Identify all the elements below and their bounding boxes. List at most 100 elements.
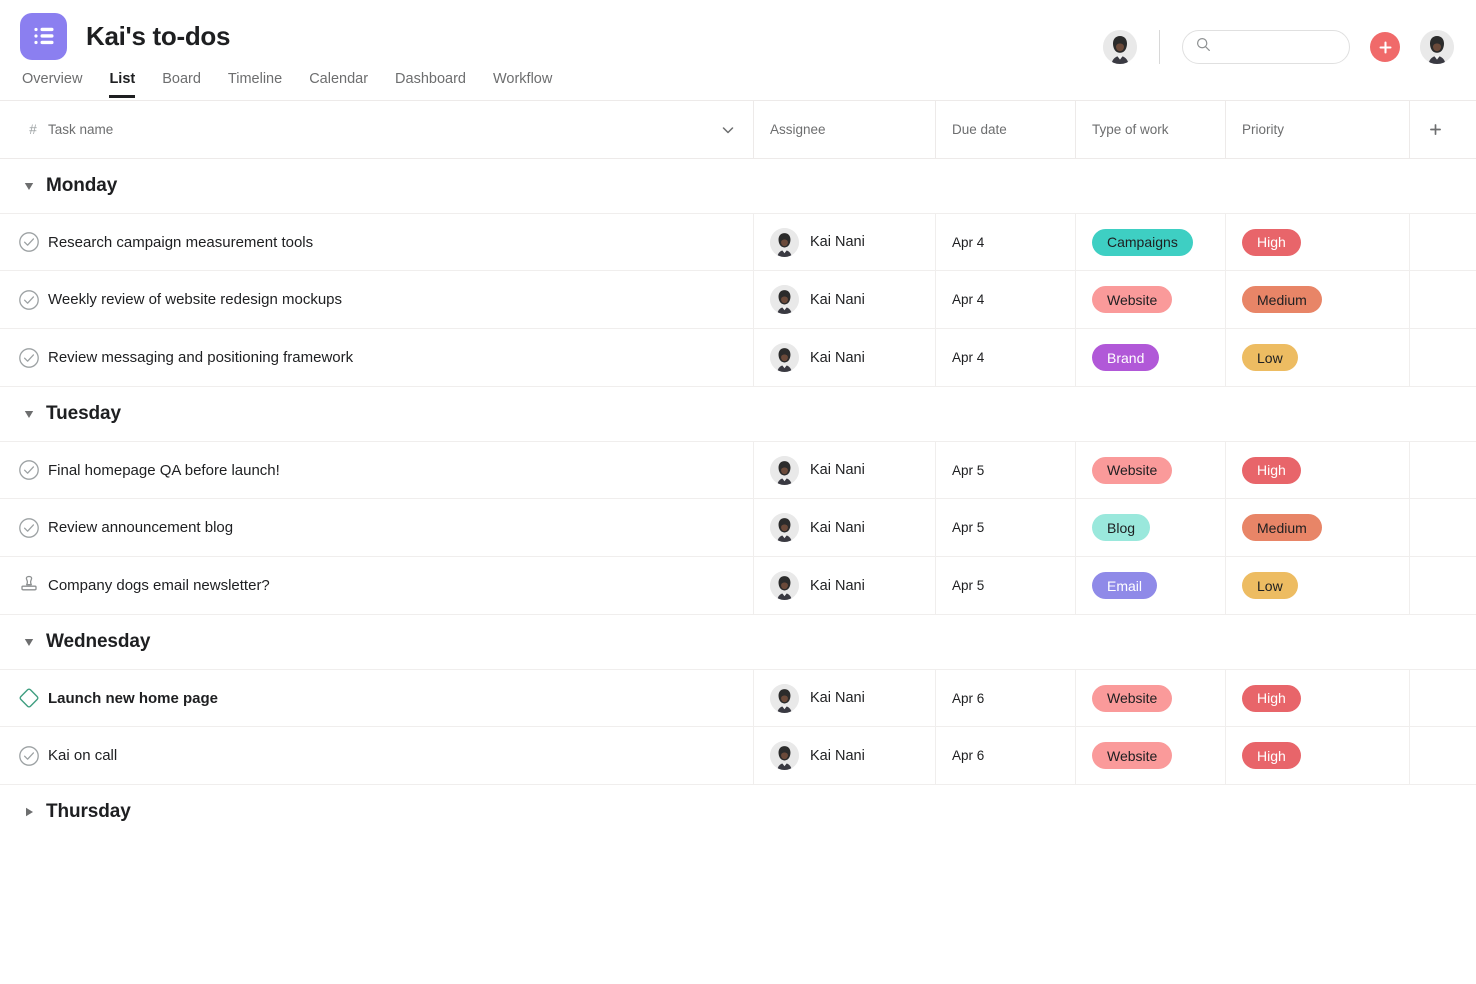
chevron-down-icon[interactable]: [721, 123, 735, 137]
assignee-cell[interactable]: Kai Nani: [754, 670, 936, 726]
tab-dashboard[interactable]: Dashboard: [395, 72, 466, 99]
search-input[interactable]: [1219, 40, 1339, 55]
table-row[interactable]: Kai on callKai NaniApr 6 Website High: [0, 727, 1476, 785]
task-name-cell[interactable]: Kai on call: [0, 727, 754, 784]
table-row[interactable]: Final homepage QA before launch!Kai Nani…: [0, 441, 1476, 499]
chevron-right-icon[interactable]: [24, 807, 34, 817]
assignee-cell[interactable]: Kai Nani: [754, 442, 936, 498]
type-of-work-tag[interactable]: Campaigns: [1092, 229, 1193, 256]
column-header-task-name[interactable]: # Task name: [0, 101, 754, 158]
assignee-cell[interactable]: Kai Nani: [754, 214, 936, 270]
type-of-work-cell[interactable]: Website: [1076, 271, 1226, 328]
priority-tag[interactable]: Medium: [1242, 514, 1322, 541]
tab-board[interactable]: Board: [162, 72, 201, 99]
type-of-work-tag[interactable]: Website: [1092, 457, 1172, 484]
priority-cell[interactable]: Medium: [1226, 271, 1410, 328]
column-header-due-date[interactable]: Due date: [936, 101, 1076, 158]
priority-cell[interactable]: Low: [1226, 557, 1410, 614]
milestone-diamond-icon[interactable]: [0, 687, 48, 709]
priority-cell[interactable]: High: [1226, 727, 1410, 784]
check-circle-icon[interactable]: [0, 459, 48, 481]
task-name-cell[interactable]: Review messaging and positioning framewo…: [0, 329, 754, 386]
task-name-cell[interactable]: Research campaign measurement tools: [0, 214, 754, 270]
type-of-work-cell[interactable]: Website: [1076, 670, 1226, 726]
column-header-assignee[interactable]: Assignee: [754, 101, 936, 158]
type-of-work-tag[interactable]: Website: [1092, 742, 1172, 769]
task-name-cell[interactable]: Weekly review of website redesign mockup…: [0, 271, 754, 328]
chevron-down-icon[interactable]: [24, 637, 34, 647]
priority-cell[interactable]: Medium: [1226, 499, 1410, 556]
type-of-work-cell[interactable]: Campaigns: [1076, 214, 1226, 270]
priority-tag[interactable]: High: [1242, 229, 1301, 256]
task-name-cell[interactable]: Final homepage QA before launch!: [0, 442, 754, 498]
type-of-work-cell[interactable]: Website: [1076, 442, 1226, 498]
approval-stamp-icon[interactable]: [0, 575, 48, 597]
search-box[interactable]: [1182, 30, 1350, 64]
chevron-down-icon[interactable]: [24, 181, 34, 191]
check-circle-icon[interactable]: [0, 231, 48, 253]
user-avatar[interactable]: [1420, 30, 1454, 64]
priority-cell[interactable]: High: [1226, 442, 1410, 498]
due-date-cell[interactable]: Apr 5: [936, 557, 1076, 614]
add-column-button[interactable]: [1410, 101, 1476, 158]
section-header-monday[interactable]: Monday: [0, 159, 1476, 213]
avatar[interactable]: [1103, 30, 1137, 64]
due-date-cell[interactable]: Apr 6: [936, 670, 1076, 726]
section-header-thursday[interactable]: Thursday: [0, 785, 1476, 839]
priority-tag[interactable]: High: [1242, 742, 1301, 769]
due-date-cell[interactable]: Apr 6: [936, 727, 1076, 784]
type-of-work-cell[interactable]: Email: [1076, 557, 1226, 614]
task-name-cell[interactable]: Launch new home page: [0, 670, 754, 726]
table-row[interactable]: Review announcement blogKai NaniApr 5 Blo…: [0, 499, 1476, 557]
table-row[interactable]: Launch new home pageKai NaniApr 6 Website…: [0, 669, 1476, 727]
assignee-cell[interactable]: Kai Nani: [754, 499, 936, 556]
priority-cell[interactable]: High: [1226, 214, 1410, 270]
check-circle-icon[interactable]: [0, 517, 48, 539]
column-header-type-of-work[interactable]: Type of work: [1076, 101, 1226, 158]
type-of-work-tag[interactable]: Blog: [1092, 514, 1150, 541]
tab-list[interactable]: List: [109, 72, 135, 99]
check-circle-icon[interactable]: [0, 289, 48, 311]
priority-tag[interactable]: Low: [1242, 572, 1298, 599]
type-of-work-tag[interactable]: Website: [1092, 286, 1172, 313]
table-row[interactable]: Company dogs email newsletter?Kai NaniAp…: [0, 557, 1476, 615]
due-date-cell[interactable]: Apr 5: [936, 442, 1076, 498]
project-app-icon[interactable]: [20, 13, 67, 60]
type-of-work-cell[interactable]: Website: [1076, 727, 1226, 784]
task-name-cell[interactable]: Review announcement blog: [0, 499, 754, 556]
type-of-work-tag[interactable]: Website: [1092, 685, 1172, 712]
due-date-cell[interactable]: Apr 4: [936, 271, 1076, 328]
column-header-priority[interactable]: Priority: [1226, 101, 1410, 158]
check-circle-icon[interactable]: [0, 347, 48, 369]
priority-tag[interactable]: Medium: [1242, 286, 1322, 313]
priority-tag[interactable]: High: [1242, 685, 1301, 712]
due-date-cell[interactable]: Apr 4: [936, 214, 1076, 270]
priority-cell[interactable]: High: [1226, 670, 1410, 726]
table-row[interactable]: Weekly review of website redesign mockup…: [0, 271, 1476, 329]
priority-tag[interactable]: High: [1242, 457, 1301, 484]
tab-calendar[interactable]: Calendar: [309, 72, 368, 99]
due-date-cell[interactable]: Apr 4: [936, 329, 1076, 386]
due-date-cell[interactable]: Apr 5: [936, 499, 1076, 556]
task-name-cell[interactable]: Company dogs email newsletter?: [0, 557, 754, 614]
priority-tag[interactable]: Low: [1242, 344, 1298, 371]
chevron-down-icon[interactable]: [24, 409, 34, 419]
add-button[interactable]: [1370, 32, 1400, 62]
check-circle-icon[interactable]: [0, 745, 48, 767]
assignee-cell[interactable]: Kai Nani: [754, 727, 936, 784]
section-header-tuesday[interactable]: Tuesday: [0, 387, 1476, 441]
type-of-work-tag[interactable]: Email: [1092, 572, 1157, 599]
type-of-work-cell[interactable]: Blog: [1076, 499, 1226, 556]
assignee-cell[interactable]: Kai Nani: [754, 557, 936, 614]
tab-timeline[interactable]: Timeline: [228, 72, 282, 99]
table-row[interactable]: Research campaign measurement toolsKai N…: [0, 213, 1476, 271]
type-of-work-cell[interactable]: Brand: [1076, 329, 1226, 386]
type-of-work-tag[interactable]: Brand: [1092, 344, 1159, 371]
priority-cell[interactable]: Low: [1226, 329, 1410, 386]
assignee-cell[interactable]: Kai Nani: [754, 271, 936, 328]
section-header-wednesday[interactable]: Wednesday: [0, 615, 1476, 669]
table-row[interactable]: Review messaging and positioning framewo…: [0, 329, 1476, 387]
assignee-cell[interactable]: Kai Nani: [754, 329, 936, 386]
tab-overview[interactable]: Overview: [22, 72, 82, 99]
tab-workflow[interactable]: Workflow: [493, 72, 552, 99]
